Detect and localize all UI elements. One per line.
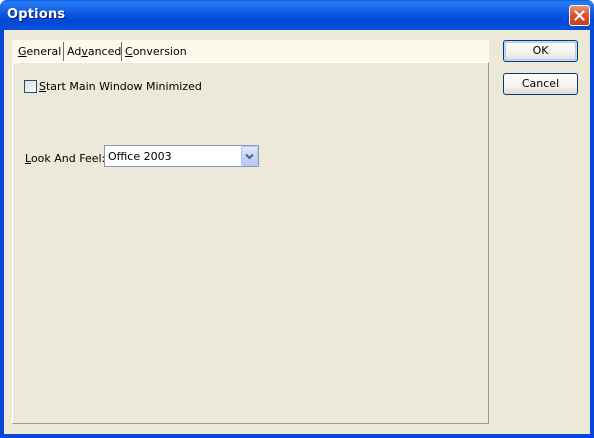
title-bar[interactable]: Options xyxy=(0,0,594,30)
window-border-bottom xyxy=(0,434,594,438)
tab-general-label: eneral xyxy=(26,45,62,58)
look-and-feel-value: Office 2003 xyxy=(108,150,172,163)
look-and-feel-label: Look And Feel: xyxy=(25,152,106,165)
tab-general-mnemonic: G xyxy=(18,45,27,58)
tab-conversion-mnemonic: C xyxy=(125,45,133,58)
start-minimized-checkbox[interactable] xyxy=(24,80,37,93)
tab-separator xyxy=(63,42,64,61)
tab-advanced-label: anced xyxy=(87,45,122,58)
tab-general[interactable]: General xyxy=(18,43,61,61)
tab-conversion[interactable]: Conversion xyxy=(125,43,187,61)
close-button[interactable] xyxy=(569,5,590,26)
tab-conversion-label: onversion xyxy=(132,45,187,58)
close-icon xyxy=(574,10,585,21)
tab-strip: General Advanced Conversion xyxy=(12,40,489,62)
ok-button[interactable]: OK xyxy=(503,40,578,62)
window-title: Options xyxy=(7,7,66,22)
chevron-down-icon xyxy=(245,153,254,160)
tab-separator xyxy=(121,42,122,61)
dialog-client-area: General Advanced Conversion Start Main W… xyxy=(4,30,590,434)
dropdown-button[interactable] xyxy=(241,146,258,166)
start-minimized-label: Start Main Window Minimized xyxy=(39,80,202,93)
look-and-feel-select[interactable]: Office 2003 xyxy=(104,145,259,167)
window-border-right xyxy=(590,30,594,438)
tab-advanced[interactable]: Advanced xyxy=(67,43,121,61)
cancel-button[interactable]: Cancel xyxy=(503,73,578,95)
tab-advanced-label-start: Ad xyxy=(67,45,82,58)
general-tab-panel: Start Main Window Minimized Look And Fee… xyxy=(12,62,489,424)
options-dialog: Options General Advanced Conversion Star… xyxy=(0,0,594,438)
